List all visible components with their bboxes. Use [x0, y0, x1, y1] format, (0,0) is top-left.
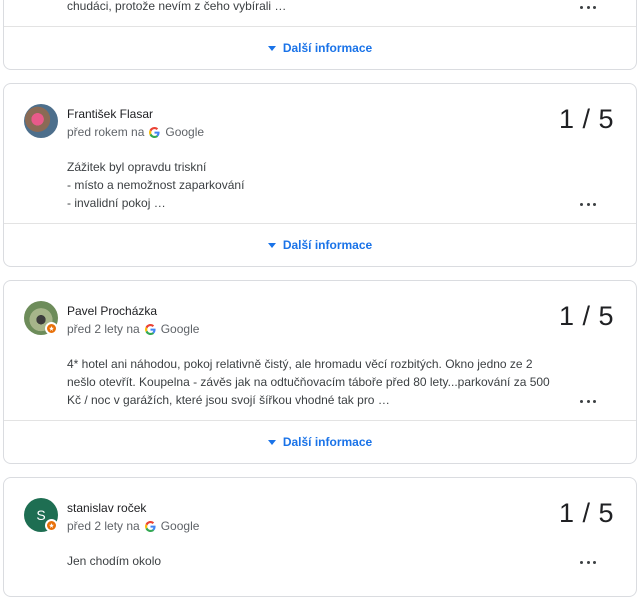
more-options-button[interactable]	[580, 6, 596, 10]
review-card: František Flasar před rokem na Google 1 …	[3, 83, 637, 267]
more-info-label: Další informace	[282, 238, 373, 252]
review-rating: 1 / 5	[558, 301, 614, 331]
review-text-line: - místo a nemožnost zaparkování	[67, 178, 245, 192]
review-rating: 1 / 5	[558, 498, 614, 528]
more-options-button[interactable]	[580, 203, 596, 207]
review-source: Google	[160, 519, 200, 533]
more-info-label: Další informace	[282, 435, 373, 449]
local-guide-badge-icon	[45, 322, 58, 335]
review-meta: před 2 lety na Google	[67, 322, 199, 336]
review-card: Pavel Procházka před 2 lety na Google 1 …	[3, 280, 637, 464]
review-source: Google	[165, 125, 205, 139]
review-source: Google	[160, 322, 200, 336]
review-author[interactable]: Pavel Procházka	[67, 304, 157, 318]
review-rating: 1 / 5	[558, 104, 614, 134]
local-guide-badge-icon	[45, 519, 58, 532]
review-meta: před rokem na Google	[67, 125, 204, 139]
review-text-line: chudáci, protože nevím z čeho vybírali …	[67, 0, 287, 13]
review-text: chudáci, protože nevím z čeho vybírali …	[67, 0, 587, 15]
more-info-button[interactable]: Další informace	[4, 420, 636, 463]
avatar-initial: S	[36, 507, 46, 523]
review-text-line: Kč / noc v garážích, které jsou svojí ší…	[67, 393, 390, 407]
review-text: Jen chodím okolo	[67, 552, 587, 570]
google-icon	[144, 323, 156, 335]
more-options-button[interactable]	[580, 561, 596, 565]
review-text-line: 4* hotel ani náhodou, pokoj relativně či…	[67, 357, 533, 371]
review-text-line: Jen chodím okolo	[67, 554, 162, 568]
google-icon	[149, 126, 160, 138]
review-text-line: Zážitek byl opravdu triskní	[67, 160, 207, 174]
more-options-button[interactable]	[580, 400, 596, 404]
review-text-line: - invalidní pokoj …	[67, 196, 166, 210]
review-author[interactable]: stanislav roček	[67, 501, 146, 515]
review-time: před rokem na	[67, 125, 145, 139]
more-info-label: Další informace	[282, 41, 373, 55]
review-text: Zážitek byl opravdu triskní - místo a ne…	[67, 158, 587, 212]
review-text: 4* hotel ani náhodou, pokoj relativně či…	[67, 355, 587, 409]
caret-down-icon	[267, 46, 276, 51]
caret-down-icon	[267, 243, 276, 248]
review-card: chudáci, protože nevím z čeho vybírali ……	[3, 0, 637, 70]
more-info-button[interactable]: Další informace	[4, 26, 636, 69]
review-author[interactable]: František Flasar	[67, 107, 153, 121]
review-meta: před 2 lety na Google	[67, 519, 199, 533]
google-icon	[144, 520, 156, 532]
caret-down-icon	[267, 440, 276, 445]
more-info-button[interactable]: Další informace	[4, 223, 636, 266]
review-time: před 2 lety na	[67, 322, 140, 336]
review-text-line: nešlo otevřít. Koupelna - závěs jak na o…	[67, 375, 550, 389]
review-time: před 2 lety na	[67, 519, 140, 533]
review-card: S stanislav roček před 2 lety na Google …	[3, 477, 637, 597]
avatar[interactable]	[24, 104, 58, 138]
